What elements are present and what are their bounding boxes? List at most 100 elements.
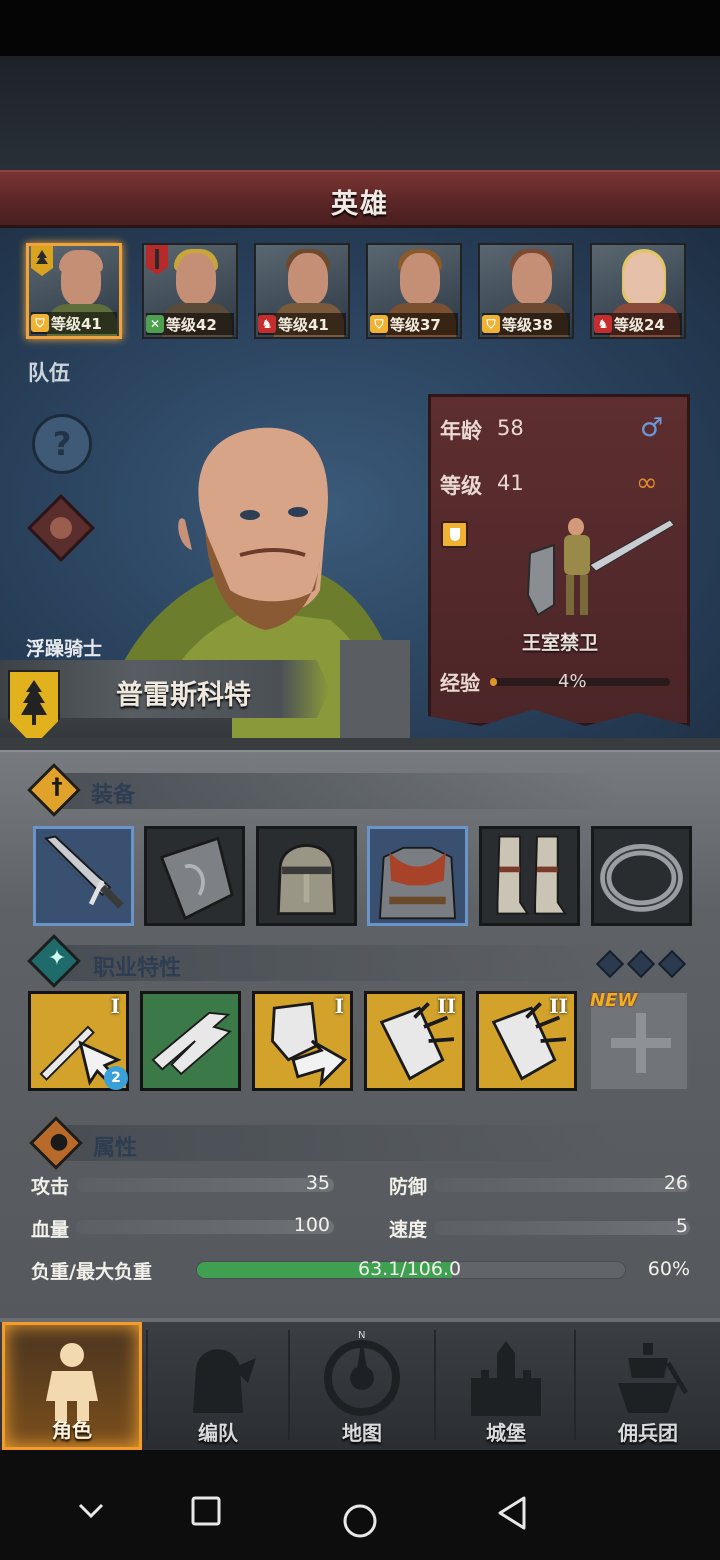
exp-bar-fill (490, 678, 498, 686)
tab-formation[interactable]: 编队 (148, 1322, 288, 1450)
question-icon: ? (52, 425, 72, 463)
level-value: 41 (497, 471, 524, 495)
title-banner: 英雄 (0, 170, 720, 228)
trait-rank: II (437, 994, 456, 1018)
trait-rank: I (334, 994, 344, 1018)
hero-portrait-6[interactable]: ♞ 等级24 (590, 243, 686, 339)
shield-icon: ⛉ (482, 315, 500, 333)
speed-value: 5 (675, 1215, 688, 1237)
tab-castle[interactable]: 城堡 (436, 1322, 576, 1450)
hero-name[interactable]: 普雷斯科特 (116, 673, 251, 712)
equip-slot-legs[interactable] (479, 826, 580, 926)
hero-portrait-4[interactable]: ⛉ 等级37 (366, 243, 462, 339)
helmet-icon (193, 1349, 256, 1413)
status-bar (0, 0, 720, 56)
tab-character[interactable]: 角色 (2, 1322, 142, 1450)
hp-value: 100 (293, 1214, 330, 1236)
equip-slot-armor[interactable] (367, 826, 468, 926)
attack-value: 35 (305, 1172, 330, 1194)
portrait-face (288, 253, 328, 305)
tab-label: 地图 (342, 1421, 382, 1445)
defense-value: 26 (663, 1172, 688, 1194)
chevron-down-icon[interactable] (76, 1495, 106, 1525)
unit-class-name: 王室禁卫 (522, 632, 599, 654)
horse-icon: ♞ (594, 315, 612, 333)
hero-trait-title: 浮躁骑士 (26, 638, 103, 660)
ring-icon (600, 844, 683, 912)
portrait-face (624, 253, 664, 305)
load-percent: 60% (647, 1258, 690, 1280)
helmet-icon (276, 844, 337, 916)
top-background (0, 56, 720, 170)
royal-guard-unit-icon (526, 518, 675, 617)
attack-label: 攻击 (31, 1176, 70, 1198)
portrait-face (400, 253, 440, 305)
tab-label: 编队 (198, 1421, 238, 1445)
tab-label: 佣兵团 (618, 1421, 678, 1445)
equip-slot-shield[interactable] (144, 826, 245, 926)
trait-slot-3[interactable]: I (252, 991, 353, 1091)
age-label: 年龄 (440, 419, 482, 443)
hero-portrait-3[interactable]: ♞ 等级41 (254, 243, 350, 339)
load-value: 63.1/106.0 (358, 1258, 462, 1280)
tab-map[interactable]: N 地图 (292, 1322, 432, 1450)
equip-slot-weapon[interactable] (33, 826, 134, 926)
mercenary-icon (618, 1343, 688, 1413)
ring-icon[interactable]: ∞ (636, 468, 658, 498)
shield-icon (159, 836, 234, 921)
portrait-face (176, 253, 216, 305)
tree-banner-icon (31, 246, 53, 276)
shield-icon: ⛉ (370, 315, 388, 333)
trait-slot-4[interactable]: II (364, 991, 465, 1091)
portrait-level: 等级41 (51, 314, 102, 333)
svg-text:N: N (358, 1330, 365, 1341)
hero-portrait-1[interactable]: ⛉ 等级41 (26, 243, 122, 339)
knight-icon (46, 1343, 98, 1421)
load-label: 负重/最大负重 (31, 1261, 152, 1283)
age-value: 58 (497, 416, 524, 440)
equip-slot-helmet[interactable] (256, 826, 357, 926)
attributes-title: 属性 (93, 1136, 138, 1161)
shield-icon: ⛉ (31, 314, 49, 332)
portrait-level: 等级24 (614, 315, 665, 334)
greaves-icon (496, 835, 567, 915)
new-badge: NEW (590, 990, 638, 1011)
gem-count-badge: 2 (104, 1066, 128, 1090)
sword-icon (43, 835, 124, 909)
home-circle-icon[interactable] (342, 1503, 378, 1539)
recents-square-icon[interactable] (190, 1495, 222, 1527)
castle-icon (471, 1341, 541, 1416)
compass-icon: N (324, 1330, 400, 1416)
tab-label: 角色 (52, 1418, 92, 1442)
hp-label: 血量 (31, 1219, 70, 1241)
chainmail-armor-icon (378, 846, 457, 920)
defense-label: 防御 (389, 1176, 428, 1198)
portrait-face (61, 254, 101, 306)
red-banner-icon (146, 245, 168, 275)
exp-label: 经验 (440, 671, 480, 695)
trait-slot-2[interactable] (140, 991, 241, 1091)
tab-label: 城堡 (486, 1421, 526, 1445)
male-icon: ♂ (640, 413, 664, 443)
horse-icon: ♞ (258, 315, 276, 333)
trait-rank: I (110, 994, 120, 1018)
hero-portrait-row: ⛉ 等级41 ✕ 等级42 ♞ 等级41 ⛉ 等级37 ⛉ 等级38 ♞ 等级24 (26, 243, 696, 343)
details-panel-border (0, 738, 720, 752)
equipment-title: 装备 (91, 783, 136, 808)
class-shield-icon (441, 521, 468, 548)
page-title: 英雄 (331, 189, 389, 220)
hero-portrait-2[interactable]: ✕ 等级42 (142, 243, 238, 339)
traits-title: 职业特性 (93, 956, 182, 981)
portrait-level: 等级42 (166, 315, 217, 334)
portrait-level: 等级37 (390, 315, 441, 334)
back-triangle-icon[interactable] (496, 1495, 528, 1531)
pine-tree-icon (21, 680, 47, 725)
portrait-face (512, 253, 552, 305)
portrait-level: 等级38 (502, 315, 553, 334)
trait-slot-5[interactable]: II (476, 991, 577, 1091)
speed-label: 速度 (389, 1219, 428, 1241)
tab-mercenaries[interactable]: 佣兵团 (578, 1322, 718, 1450)
team-label: 队伍 (28, 361, 70, 385)
hero-portrait-5[interactable]: ⛉ 等级38 (478, 243, 574, 339)
equip-slot-accessory[interactable] (591, 826, 692, 926)
